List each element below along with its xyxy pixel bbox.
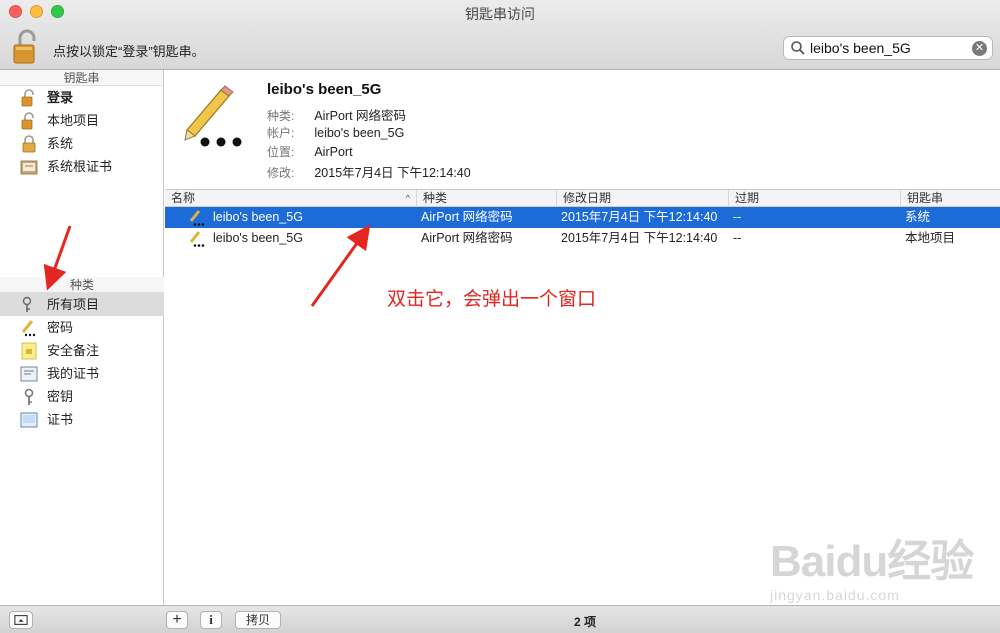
empty-row [165, 412, 1000, 433]
baidu-watermark: Baidu经验 jingyan.baidu.com [770, 525, 990, 615]
cell-name: leibo's been_5G [213, 210, 303, 224]
sidebar-item-all-items[interactable]: 所有项目 [0, 293, 164, 316]
table-row[interactable]: leibo's been_5G AirPort 网络密码 2015年7月4日 下… [165, 227, 1000, 248]
password-pencil-icon [21, 320, 36, 337]
item-detail-pane: leibo's been_5G 种类: AirPort 网络密码 帐户: lei… [165, 70, 1000, 190]
cell-kind: AirPort 网络密码 [421, 230, 513, 245]
column-header-kind[interactable]: 种类 [417, 190, 557, 207]
empty-row [165, 453, 1000, 474]
all-items-icon [22, 296, 32, 312]
empty-row [165, 473, 1000, 494]
password-pencil-icon [184, 85, 242, 147]
keychains-header: 钥匙串 [0, 70, 163, 86]
sidebar-item-label: 本地项目 [47, 113, 100, 128]
sidebar-item-system[interactable]: 系统 [0, 132, 163, 155]
lock-keychain-hint[interactable]: 点按以锁定“登录”钥匙串。 [53, 41, 205, 60]
sidebar-item-label: 系统 [47, 136, 74, 151]
item-count-status: 2 项 [573, 615, 596, 629]
search-field[interactable]: ✕ [783, 36, 993, 60]
cell-keychain: 本地项目 [905, 230, 956, 245]
sidebar-item-my-certificates[interactable]: 我的证书 [0, 362, 164, 385]
categories-section: 种类 所有项目 密码 安全备注 我的证书 密钥 证书 [0, 277, 164, 431]
cell-expires: -- [733, 210, 742, 224]
certificate-icon [20, 412, 38, 428]
column-header-expires[interactable]: 过期 [729, 190, 901, 207]
empty-row [165, 248, 1000, 269]
key-icon [24, 388, 34, 405]
detail-account-row: 帐户: leibo's been_5G [267, 124, 404, 141]
sidebar-item-secure-notes[interactable]: 安全备注 [0, 339, 164, 362]
search-icon [791, 41, 805, 55]
table-row[interactable]: leibo's been_5G AirPort 网络密码 2015年7月4日 下… [165, 207, 1000, 228]
detail-value: AirPort [314, 145, 353, 159]
password-pencil-icon [189, 230, 205, 247]
item-name: leibo's been_5G [267, 81, 382, 98]
empty-row [165, 432, 1000, 453]
detail-value: AirPort 网络密码 [314, 109, 407, 123]
sort-ascending-icon: ^ [405, 193, 410, 203]
empty-row [165, 330, 1000, 351]
detail-label: 帐户: [267, 126, 295, 140]
cell-modified: 2015年7月4日 下午12:14:40 [561, 210, 718, 224]
cell-keychain: 系统 [905, 210, 931, 224]
table-header: 名称 ^ 种类 修改日期 过期 钥匙串 [165, 190, 1000, 207]
sidebar: 钥匙串 登录 本地项目 系统 系统根证书 种类 所有项目 密码 安全备注 我的证… [0, 70, 164, 605]
detail-label: 修改: [267, 166, 295, 180]
my-certificate-icon [20, 366, 38, 382]
sidebar-item-label: 密码 [47, 320, 74, 335]
sidebar-item-keys[interactable]: 密钥 [0, 385, 164, 408]
column-header-modified[interactable]: 修改日期 [557, 190, 729, 207]
column-header-keychain[interactable]: 钥匙串 [901, 190, 1000, 207]
detail-label: 位置: [267, 145, 295, 159]
sidebar-item-label: 密钥 [47, 389, 74, 404]
sidebar-item-system-roots[interactable]: 系统根证书 [0, 155, 163, 178]
sidebar-item-label: 安全备注 [47, 343, 100, 358]
sidebar-item-label: 证书 [47, 412, 74, 427]
watermark-logo: Baidu经验 [770, 537, 974, 586]
cell-modified: 2015年7月4日 下午12:14:40 [561, 230, 718, 245]
sidebar-item-login[interactable]: 登录 [0, 86, 163, 109]
cell-expires: -- [733, 230, 742, 245]
detail-where-row: 位置: AirPort [267, 143, 353, 160]
detail-modified-row: 修改: 2015年7月4日 下午12:14:40 [267, 162, 471, 181]
detail-kind-row: 种类: AirPort 网络密码 [267, 105, 406, 124]
annotation-text: 双击它，会弹出一个窗口 [387, 289, 597, 310]
sidebar-item-local-items[interactable]: 本地项目 [0, 109, 163, 132]
empty-row [165, 309, 1000, 330]
detail-value: leibo's been_5G [314, 126, 405, 140]
unlocked-padlock-icon [21, 112, 34, 130]
categories-header: 种类 [0, 277, 164, 293]
certificate-cabinet-icon [20, 160, 38, 175]
window-title: 钥匙串访问 [465, 6, 535, 22]
sidebar-item-passwords[interactable]: 密码 [0, 316, 164, 339]
window-toolbar: 钥匙串访问 点按以锁定“登录”钥匙串。 ✕ [0, 0, 1000, 70]
bottom-toolbar: + i 拷贝 2 项 [0, 605, 1000, 633]
sidebar-item-label: 我的证书 [47, 366, 100, 381]
locked-padlock-icon [22, 135, 36, 153]
empty-row [165, 371, 1000, 392]
sidebar-item-label: 所有项目 [47, 297, 100, 312]
password-pencil-icon [189, 210, 205, 226]
column-header-name[interactable]: 名称 ^ [165, 190, 417, 207]
search-input[interactable] [810, 39, 960, 57]
detail-value: 2015年7月4日 下午12:14:40 [314, 166, 471, 180]
sidebar-item-label: 系统根证书 [47, 159, 113, 174]
detail-label: 种类: [267, 109, 295, 123]
empty-row [165, 391, 1000, 412]
empty-row [165, 350, 1000, 371]
unlocked-padlock-icon [21, 89, 34, 107]
empty-row [165, 494, 1000, 515]
sidebar-item-certificates[interactable]: 证书 [0, 408, 164, 431]
unlocked-padlock-icon[interactable] [12, 29, 42, 65]
secure-note-icon [21, 342, 37, 360]
clear-search-icon[interactable]: ✕ [972, 41, 987, 56]
cell-kind: AirPort 网络密码 [421, 210, 513, 224]
watermark-url: jingyan.baidu.com [770, 587, 900, 603]
sidebar-item-label: 登录 [47, 90, 74, 105]
cell-name: leibo's been_5G [213, 230, 303, 245]
